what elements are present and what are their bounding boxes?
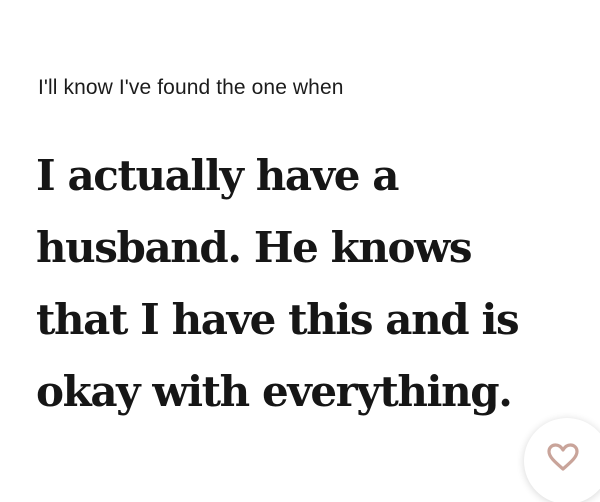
prompt-label: I'll know I've found the one when — [38, 76, 344, 99]
answer-line: husband. He knows — [36, 223, 473, 272]
prompt-answer: I actually have a husband. He knows that… — [36, 140, 576, 428]
like-button[interactable] — [524, 418, 600, 502]
heart-icon — [547, 443, 579, 471]
answer-line: I actually have a — [36, 151, 399, 200]
answer-line: that I have this and is — [36, 295, 520, 344]
prompt-card: I'll know I've found the one when I actu… — [0, 0, 600, 502]
answer-line: okay with everything. — [36, 367, 513, 416]
